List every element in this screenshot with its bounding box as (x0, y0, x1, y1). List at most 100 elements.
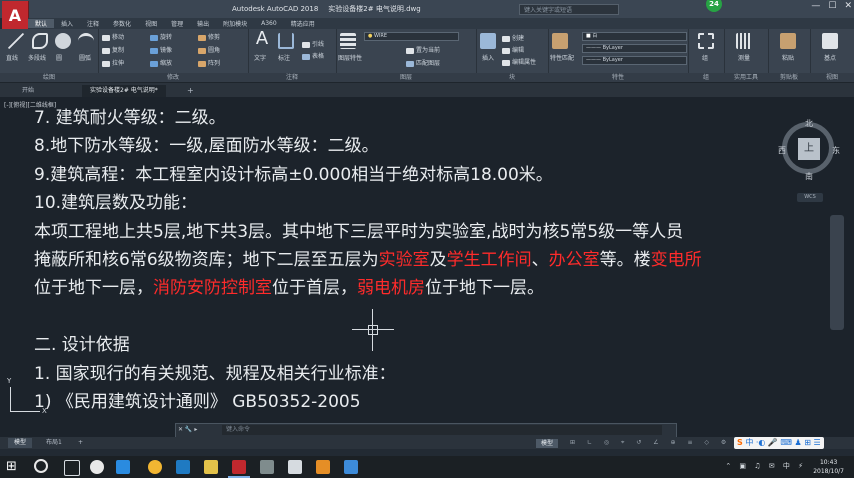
match-properties-icon[interactable] (552, 33, 568, 49)
table-button[interactable]: 表格 (302, 51, 324, 60)
tab-featured-apps[interactable]: 精选应用 (284, 19, 322, 28)
compass-south[interactable]: 南 (805, 171, 813, 182)
layer-dropdown[interactable]: ● WIRE (364, 32, 459, 41)
color-dropdown[interactable]: ■ 白 (582, 32, 687, 41)
tab-addins[interactable]: 附加模块 (216, 19, 254, 28)
dimension-button[interactable]: 标注 (278, 53, 290, 62)
minimize-icon[interactable]: — (811, 1, 820, 11)
insert-block-icon[interactable] (480, 33, 496, 49)
autocad-logo-button[interactable]: A (2, 1, 29, 31)
match-properties-button[interactable]: 特性匹配 (550, 53, 574, 62)
drawing-text-line[interactable]: 本项工程地上共5层,地下共3层。其中地下三层平时为实验室,战时为核5常5级一等人… (34, 221, 683, 243)
tab-annotate[interactable]: 注释 (80, 19, 106, 28)
dimension-icon[interactable] (278, 33, 294, 49)
polyline-icon[interactable] (32, 33, 48, 49)
status-toggle-icons[interactable]: ⊞ ∟ ◎ ⌖ ↺ ∠ ⊕ ≡ ◇ ⚙ (570, 439, 731, 447)
tab-output[interactable]: 输出 (190, 19, 216, 28)
layers-panel-label[interactable]: 图层 (336, 73, 476, 82)
drawing-text-line[interactable]: 10.建筑层数及功能： (34, 192, 197, 214)
command-line-icons[interactable]: ✕ 🔧 ▸ (178, 426, 197, 433)
tab-drawing[interactable]: 实验设备楼2# 电气说明* (82, 85, 166, 97)
app-icon-7[interactable] (260, 460, 274, 474)
drawing-text-line[interactable]: 二. 设计依据 (34, 334, 130, 356)
edge-icon[interactable] (116, 460, 130, 474)
tab-manage[interactable]: 管理 (164, 19, 190, 28)
utilities-panel-label[interactable]: 实用工具 (724, 73, 768, 82)
viewcube[interactable]: 上 北 南 西 东 (778, 118, 840, 182)
navigation-bar[interactable] (830, 215, 844, 330)
insert-block-button[interactable]: 插入 (482, 53, 494, 62)
circle-icon[interactable] (55, 33, 71, 49)
drawing-text-line[interactable]: 掩蔽所和核6常6级物资库；地下二层至五层为实验室及学生工作间、办公室等。楼变电所 (34, 249, 702, 271)
app-icon-8[interactable] (288, 460, 302, 474)
text-icon[interactable]: A (254, 30, 270, 48)
tab-a360[interactable]: A360 (254, 20, 284, 27)
wcs-menu[interactable]: WCS (797, 193, 823, 202)
task-view-icon[interactable] (64, 460, 80, 476)
ime-toolbar[interactable]: S 中 ·◐ 🎤 ⌨ ♟ ⊞ ☰ (734, 437, 824, 449)
tab-default[interactable]: 默认 (28, 19, 55, 28)
properties-panel-label[interactable]: 特性 (548, 73, 688, 82)
match-layer-button[interactable]: 匹配图层 (406, 58, 440, 67)
tab-start[interactable]: 开始 (14, 85, 42, 97)
search-input[interactable]: 键入关键字或短语 (519, 4, 619, 15)
autocad-taskbar-icon[interactable] (228, 460, 250, 478)
close-icon[interactable]: ✕ (844, 1, 852, 11)
app-icon-10[interactable] (344, 460, 358, 474)
base-view-icon[interactable] (822, 33, 838, 49)
mirror-button[interactable]: 镜像 (150, 45, 172, 54)
drawing-text-line[interactable]: 9.建筑高程：本工程室内设计标高±0.000相当于绝对标高18.00米。 (34, 164, 553, 186)
windows-start-icon[interactable]: ⊞ (6, 459, 17, 474)
drawing-text-line[interactable]: 1. 国家现行的有关规范、规程及相关行业标准： (34, 363, 396, 385)
draw-panel-label[interactable]: 绘图 (0, 73, 98, 82)
group-button[interactable]: 组 (702, 53, 708, 62)
drawing-text-line[interactable]: 8.地下防水等级：一级,屋面防水等级：二级。 (34, 135, 379, 157)
groups-panel-label[interactable]: 组 (688, 73, 724, 82)
paste-button[interactable]: 粘贴 (782, 53, 794, 62)
line-button[interactable]: 直线 (6, 53, 18, 62)
model-space-button[interactable]: 模型 (536, 439, 559, 448)
drawing-text-line[interactable]: 位于地下一层，消防安防控制室位于首层，弱电机房位于地下一层。 (34, 277, 544, 299)
array-button[interactable]: 阵列 (198, 58, 220, 67)
make-current-button[interactable]: 置为当前 (406, 45, 440, 54)
create-block-button[interactable]: 创建 (502, 33, 524, 42)
line-icon[interactable] (8, 33, 24, 49)
taskbar-clock[interactable]: 10:43 2018/10/7 (813, 458, 844, 476)
lineweight-dropdown[interactable]: ——— ByLayer (582, 56, 687, 65)
drawing-text-line[interactable]: 7. 建筑耐火等级：二级。 (34, 107, 226, 129)
browser-icon[interactable] (90, 460, 104, 474)
compass-west[interactable]: 西 (778, 145, 786, 156)
command-input[interactable]: 键入命令 (222, 425, 662, 435)
leader-button[interactable]: 引线 (302, 39, 324, 48)
view-panel-label[interactable]: 视图 (810, 73, 854, 82)
arc-icon[interactable] (78, 33, 94, 49)
circle-button[interactable]: 圆 (56, 53, 62, 62)
tab-insert[interactable]: 插入 (54, 19, 80, 28)
polyline-button[interactable]: 多段线 (28, 53, 46, 62)
measure-icon[interactable] (736, 33, 752, 49)
chrome-icon[interactable] (148, 460, 162, 474)
rotate-button[interactable]: 旋转 (150, 32, 172, 41)
drawing-viewport[interactable]: [-][俯视][二维线框] 7. 建筑耐火等级：二级。 8.地下防水等级：一级,屋… (0, 97, 854, 437)
compass-east[interactable]: 东 (832, 145, 840, 156)
fillet-button[interactable]: 圆角 (198, 45, 220, 54)
viewcube-top-face[interactable]: 上 (798, 138, 820, 160)
tab-model[interactable]: 模型 (8, 438, 33, 448)
edit-attributes-button[interactable]: 编辑属性 (502, 57, 536, 66)
ie-icon[interactable] (176, 460, 190, 474)
group-icon[interactable] (698, 33, 714, 49)
tab-parametric[interactable]: 参数化 (106, 19, 138, 28)
system-tray-icons[interactable]: ⌃ ▣ ♫ ✉ 中 ⚡ (725, 461, 806, 471)
paste-icon[interactable] (780, 33, 796, 49)
base-view-button[interactable]: 基点 (824, 53, 836, 62)
annotation-panel-label[interactable]: 注释 (248, 73, 336, 82)
app-icon-9[interactable] (316, 460, 330, 474)
drawing-text-line[interactable]: 1) 《民用建筑设计通则》 GB50352-2005 (34, 391, 361, 413)
layer-properties-button[interactable]: 图层特性 (338, 53, 362, 62)
maximize-icon[interactable]: ☐ (828, 1, 836, 11)
clipboard-panel-label[interactable]: 剪贴板 (768, 73, 810, 82)
notification-badge[interactable]: 24 (706, 0, 722, 12)
text-button[interactable]: 文字 (254, 53, 266, 62)
layer-properties-icon[interactable] (340, 33, 356, 49)
measure-button[interactable]: 测量 (738, 53, 750, 62)
